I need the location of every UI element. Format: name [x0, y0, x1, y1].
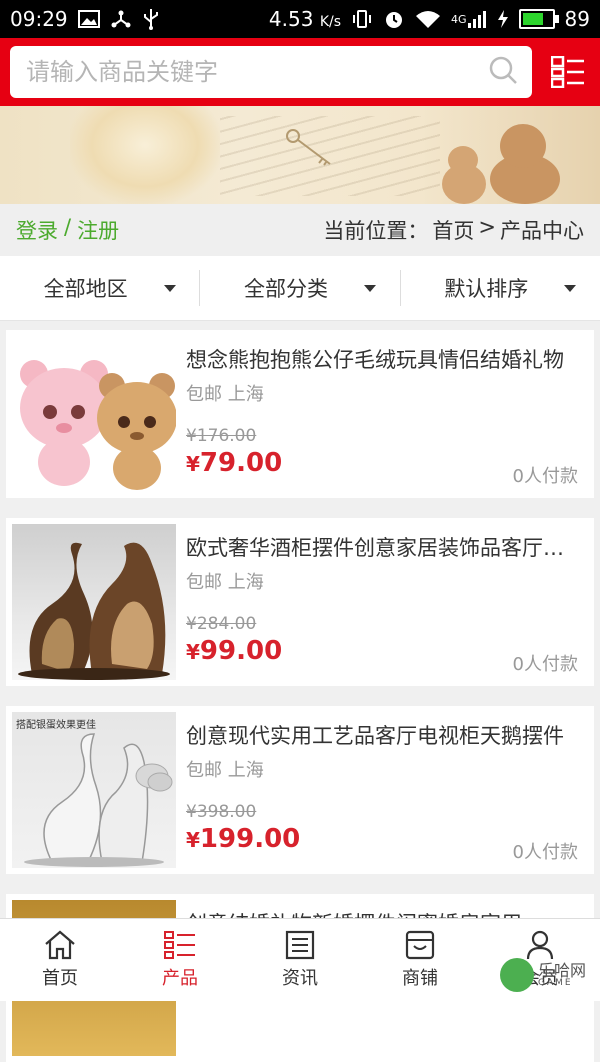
tab-news-label: 资讯 [282, 968, 318, 989]
image-icon [77, 10, 100, 28]
product-card[interactable]: 想念熊抱抱熊公仔毛绒玩具情侣结婚礼物 包邮 上海 ¥176.00 ¥79.00 … [6, 330, 594, 498]
product-card[interactable]: 欧式奢华酒柜摆件创意家居装饰品客厅摆设 包邮 上海 ¥284.00 ¥99.00… [6, 518, 594, 686]
filter-region[interactable]: 全部地区 [0, 270, 199, 306]
breadcrumb-prefix: 当前位置： [323, 219, 429, 243]
charging-icon [497, 9, 509, 29]
banner-image[interactable] [0, 106, 600, 204]
watermark-sub: GAME [538, 977, 573, 988]
product-card[interactable]: 搭配银蛋效果更佳 创意现代实用工艺品客厅电视柜天鹅摆件 包邮 上海 ¥398.0… [6, 706, 594, 874]
product-sold-count: 0人付款 [512, 466, 578, 487]
product-old-price: ¥398.00 [186, 802, 257, 822]
tab-store[interactable]: 商铺 [360, 919, 480, 1001]
product-meta: 包邮 上海 [186, 568, 264, 594]
tab-home-label: 首页 [42, 968, 78, 989]
register-link[interactable]: 注册 [77, 215, 119, 245]
product-price: ¥199.00 [186, 824, 301, 854]
login-links: 登录 / 注册 [16, 215, 119, 245]
network-speed: 4.53 K/s [268, 7, 342, 31]
filter-region-label: 全部地区 [43, 277, 128, 301]
vibrate-icon [351, 9, 373, 29]
filter-bar: 全部地区 全部分类 默认排序 [0, 256, 600, 321]
product-image-swans-bronze[interactable] [12, 524, 176, 680]
product-title[interactable]: 创意现代实用工艺品客厅电视柜天鹅摆件 [186, 720, 582, 750]
alarm-icon [383, 8, 405, 30]
product-title[interactable]: 欧式奢华酒柜摆件创意家居装饰品客厅摆设 [186, 532, 582, 562]
product-location: 上海 [227, 760, 264, 781]
login-separator: / [64, 215, 72, 239]
product-price: ¥79.00 [186, 448, 283, 478]
dropdown-triangle-icon [564, 284, 577, 292]
battery-icon [518, 9, 559, 29]
image-caption: 搭配银蛋效果更佳 [16, 720, 96, 731]
product-shipping: 包邮 [186, 760, 222, 781]
login-link[interactable]: 登录 [16, 215, 58, 245]
product-sold-count: 0人付款 [512, 654, 578, 675]
search-icon[interactable] [488, 55, 518, 89]
battery-percent: 89 [564, 7, 590, 31]
status-time: 09:29 [10, 7, 68, 31]
dropdown-triangle-icon [363, 284, 376, 292]
product-image-bears[interactable] [12, 336, 176, 492]
dropdown-triangle-icon [163, 284, 176, 292]
watermark-logo [500, 958, 534, 992]
breadcrumb-arrow: > [478, 215, 496, 239]
product-location: 上海 [227, 384, 264, 405]
search-input[interactable] [24, 57, 488, 87]
share-icon [110, 9, 132, 29]
product-price: ¥99.00 [186, 636, 283, 666]
product-sold-count: 0人付款 [512, 842, 578, 863]
home-icon [45, 930, 75, 960]
banner-rose [70, 106, 220, 204]
login-breadcrumb-row: 登录 / 注册 当前位置： 首页 > 产品中心 [0, 204, 600, 256]
signal-icon: 4G [451, 9, 487, 29]
status-bar: 09:29 4.53 K/s 4G 89 [0, 0, 600, 38]
category-list-icon [551, 56, 584, 88]
wifi-icon [415, 9, 441, 29]
list-icon [164, 931, 195, 959]
tab-home[interactable]: 首页 [0, 919, 120, 1001]
product-image-swans-silver[interactable]: 搭配银蛋效果更佳 [12, 712, 176, 868]
breadcrumb: 当前位置： 首页 > 产品中心 [323, 215, 584, 245]
filter-sort-label: 默认排序 [444, 277, 529, 301]
watermark-text: 乐哈网 [538, 960, 587, 980]
breadcrumb-home[interactable]: 首页 [432, 215, 474, 245]
tab-news[interactable]: 资讯 [240, 919, 360, 1001]
filter-category-label: 全部分类 [243, 277, 328, 301]
breadcrumb-current: 产品中心 [500, 219, 584, 243]
filter-category[interactable]: 全部分类 [199, 270, 399, 306]
product-title[interactable]: 想念熊抱抱熊公仔毛绒玩具情侣结婚礼物 [186, 344, 582, 374]
product-meta: 包邮 上海 [186, 380, 264, 406]
product-old-price: ¥176.00 [186, 426, 257, 446]
category-menu-button[interactable] [546, 48, 590, 96]
usb-icon [142, 8, 160, 30]
product-shipping: 包邮 [186, 384, 222, 405]
banner-key [286, 129, 331, 166]
store-icon [405, 930, 435, 960]
watermark: 乐哈网 GAME [500, 950, 600, 1000]
product-shipping: 包邮 [186, 572, 222, 593]
tab-store-label: 商铺 [402, 968, 438, 989]
tab-products[interactable]: 产品 [120, 919, 240, 1001]
news-icon [285, 930, 315, 960]
search-box[interactable] [10, 46, 532, 98]
filter-sort[interactable]: 默认排序 [399, 270, 600, 306]
product-location: 上海 [227, 572, 264, 593]
product-meta: 包邮 上海 [186, 756, 264, 782]
tab-products-label: 产品 [162, 968, 198, 989]
product-old-price: ¥284.00 [186, 614, 257, 634]
header-bar [0, 38, 600, 106]
